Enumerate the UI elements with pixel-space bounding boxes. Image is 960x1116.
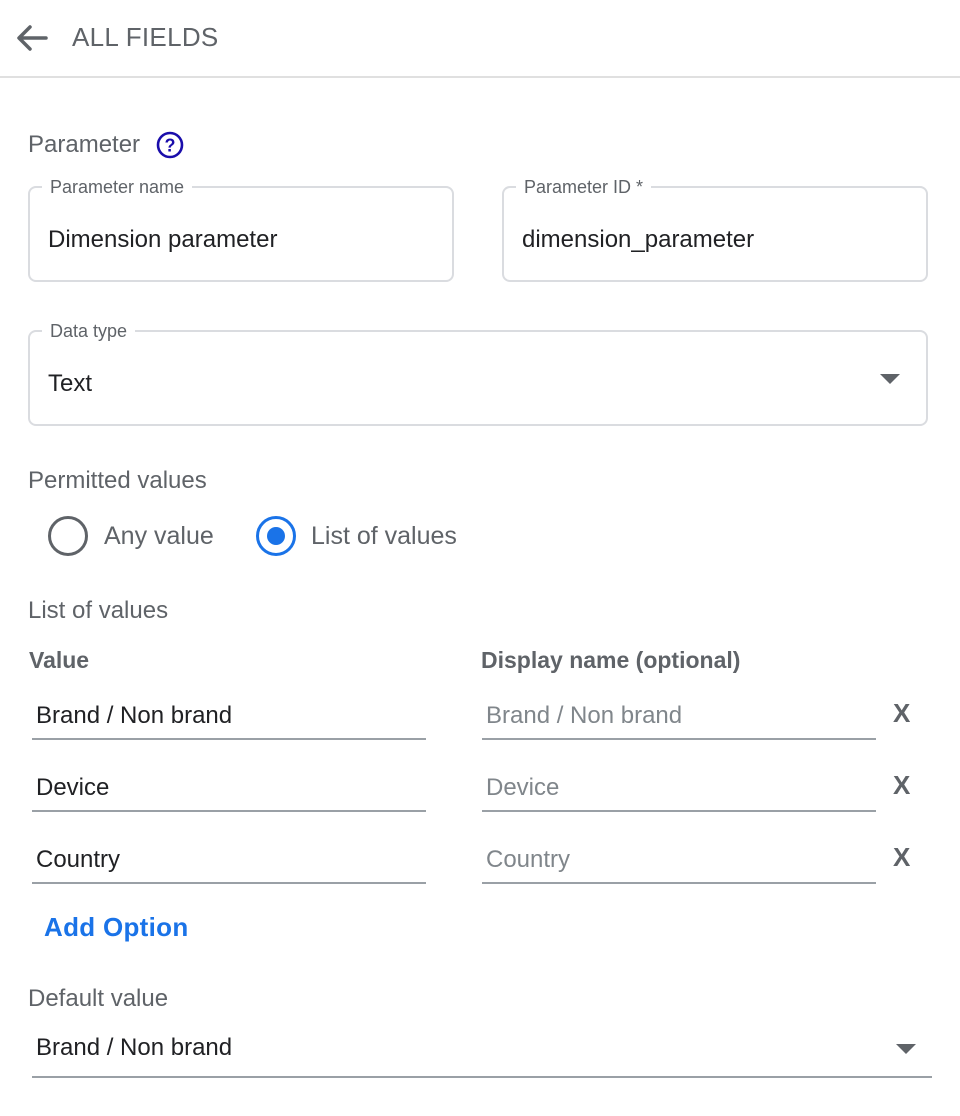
help-icon[interactable]: ? [156,131,184,159]
remove-row-button[interactable]: X [893,842,910,873]
remove-row-button[interactable]: X [893,770,910,801]
header-title: ALL FIELDS [72,22,219,52]
back-button[interactable] [12,18,52,58]
display-name-input[interactable]: Brand / Non brand [482,696,876,740]
radio-selected-dot [267,527,285,545]
radio-list-of-values-label[interactable]: List of values [311,522,457,551]
parameter-id-value[interactable]: dimension_parameter [522,226,754,254]
display-name-input[interactable]: Device [482,768,876,812]
chevron-down-icon [896,1044,916,1054]
permitted-values-label: Permitted values [28,467,207,494]
remove-row-button[interactable]: X [893,698,910,729]
add-option-button[interactable]: Add Option [44,912,189,943]
svg-text:?: ? [165,136,176,156]
parameter-id-field[interactable]: Parameter ID * dimension_parameter [502,176,928,282]
display-name-input[interactable]: Country [482,840,876,884]
value-column-header: Value [29,647,90,673]
parameter-id-label: Parameter ID * [516,176,652,198]
parameter-name-value[interactable]: Dimension parameter [48,226,277,254]
default-value-label: Default value [28,985,169,1012]
radio-any-value[interactable] [48,516,88,556]
arrow-left-icon [17,25,48,51]
radio-list-of-values[interactable] [256,516,296,556]
radio-any-value-label[interactable]: Any value [104,522,214,551]
top-bar: ALL FIELDS [0,0,960,78]
chevron-down-icon [880,374,900,384]
parameter-name-field[interactable]: Parameter name Dimension parameter [28,176,454,282]
parameter-name-label: Parameter name [42,176,193,198]
display-name-column-header: Display name (optional) [481,647,741,673]
parameter-section-label: Parameter [28,131,141,158]
data-type-select[interactable]: Data type Text [28,320,928,426]
default-value-text: Brand / Non brand [36,1034,233,1061]
data-type-value: Text [48,370,93,397]
value-input[interactable]: Country [32,840,426,884]
default-value-select[interactable]: Brand / Non brand [32,1026,932,1078]
data-type-label: Data type [42,320,136,342]
value-input[interactable]: Device [32,768,426,812]
list-of-values-label: List of values [28,597,169,624]
value-input[interactable]: Brand / Non brand [32,696,426,740]
